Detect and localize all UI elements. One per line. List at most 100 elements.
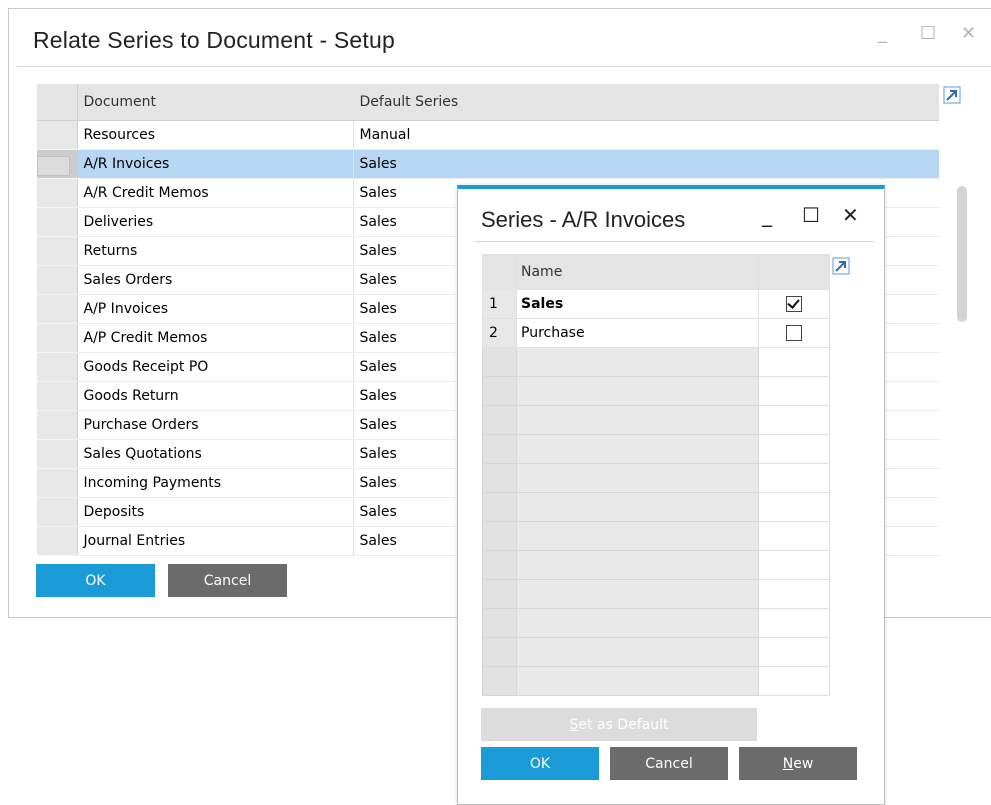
set-default-mnemonic: S bbox=[569, 716, 579, 733]
minimize-button[interactable]: _ bbox=[878, 23, 887, 44]
empty-row bbox=[482, 492, 830, 522]
column-header-document[interactable]: Document bbox=[77, 84, 354, 121]
series-name-cell: Purchase bbox=[516, 318, 759, 348]
document-cell: Deliveries bbox=[77, 207, 354, 237]
document-cell: A/P Invoices bbox=[77, 294, 354, 324]
document-cell: Sales Orders bbox=[77, 265, 354, 295]
row-header[interactable] bbox=[37, 352, 78, 382]
default-checkbox-cell[interactable] bbox=[758, 289, 830, 319]
row-header bbox=[482, 434, 517, 464]
close-button[interactable]: ✕ bbox=[961, 23, 976, 44]
empty-cell bbox=[758, 347, 830, 377]
table-row-selected[interactable]: A/R Invoices Sales bbox=[37, 149, 939, 179]
empty-cell bbox=[758, 550, 830, 580]
empty-cell bbox=[758, 666, 830, 696]
default-checkbox-cell[interactable] bbox=[758, 318, 830, 348]
popup-maximize-button[interactable]: ☐ bbox=[802, 203, 820, 227]
row-header[interactable] bbox=[37, 410, 78, 440]
document-cell: Sales Quotations bbox=[77, 439, 354, 469]
new-mnemonic: N bbox=[782, 755, 794, 772]
row-header bbox=[482, 492, 517, 522]
document-cell: Purchase Orders bbox=[77, 410, 354, 440]
empty-cell bbox=[758, 579, 830, 609]
row-number[interactable]: 2 bbox=[482, 318, 517, 348]
empty-cell bbox=[516, 637, 759, 667]
empty-cell bbox=[758, 463, 830, 493]
empty-cell bbox=[516, 666, 759, 696]
empty-cell bbox=[516, 579, 759, 609]
empty-cell bbox=[516, 550, 759, 580]
empty-row bbox=[482, 434, 830, 464]
empty-cell bbox=[758, 608, 830, 638]
vertical-scrollbar[interactable] bbox=[957, 186, 967, 322]
popup-title: Series - A/R Invoices bbox=[481, 207, 686, 232]
empty-cell bbox=[516, 521, 759, 551]
checkbox-checked-icon[interactable] bbox=[786, 296, 802, 312]
row-header[interactable] bbox=[37, 323, 78, 353]
row-header bbox=[482, 608, 517, 638]
row-header[interactable] bbox=[37, 468, 78, 498]
row-header[interactable] bbox=[37, 149, 78, 179]
row-header[interactable] bbox=[37, 439, 78, 469]
popup-close-button[interactable]: ✕ bbox=[842, 203, 859, 227]
empty-row bbox=[482, 521, 830, 551]
column-header-default-series[interactable]: Default Series bbox=[353, 84, 939, 121]
series-row[interactable]: 2 Purchase bbox=[482, 318, 830, 348]
series-name-cell: Sales bbox=[516, 289, 759, 319]
checkbox-unchecked-icon[interactable] bbox=[786, 325, 802, 341]
series-popup-window: Series - A/R Invoices _ ☐ ✕ Name 1 Sales… bbox=[457, 185, 885, 805]
row-header[interactable] bbox=[37, 178, 78, 208]
popup-minimize-button[interactable]: _ bbox=[762, 203, 772, 227]
table-row[interactable]: Resources Manual bbox=[37, 120, 939, 150]
series-row[interactable]: 1 Sales bbox=[482, 289, 830, 319]
row-header bbox=[482, 376, 517, 406]
document-cell: Journal Entries bbox=[77, 526, 354, 556]
row-header bbox=[482, 637, 517, 667]
column-header-default[interactable] bbox=[758, 254, 830, 290]
series-cell[interactable]: Manual bbox=[353, 120, 939, 150]
column-header-name[interactable]: Name bbox=[516, 254, 759, 290]
row-header bbox=[482, 463, 517, 493]
expand-arrow-icon[interactable] bbox=[832, 257, 850, 275]
row-header-corner bbox=[482, 254, 517, 290]
document-cell: A/R Invoices bbox=[77, 149, 354, 179]
window-title: Relate Series to Document - Setup bbox=[33, 27, 395, 53]
empty-cell bbox=[516, 376, 759, 406]
row-header bbox=[482, 405, 517, 435]
popup-new-button[interactable]: New bbox=[739, 747, 857, 780]
row-header[interactable] bbox=[37, 236, 78, 266]
row-header[interactable] bbox=[37, 497, 78, 527]
set-as-default-button[interactable]: Set as Default bbox=[481, 708, 757, 741]
empty-cell bbox=[758, 521, 830, 551]
empty-cell bbox=[516, 608, 759, 638]
row-header[interactable] bbox=[37, 381, 78, 411]
new-label: ew bbox=[793, 755, 814, 772]
document-cell: Goods Return bbox=[77, 381, 354, 411]
empty-row bbox=[482, 347, 830, 377]
ok-button[interactable]: OK bbox=[36, 564, 155, 597]
document-cell: Returns bbox=[77, 236, 354, 266]
series-table-header: Name bbox=[482, 254, 830, 290]
row-header[interactable] bbox=[37, 120, 78, 150]
cancel-button[interactable]: Cancel bbox=[168, 564, 287, 597]
expand-arrow-icon[interactable] bbox=[943, 86, 961, 104]
empty-cell bbox=[758, 376, 830, 406]
row-header[interactable] bbox=[37, 526, 78, 556]
maximize-button[interactable]: ☐ bbox=[920, 23, 936, 44]
document-cell: A/R Credit Memos bbox=[77, 178, 354, 208]
document-cell: Deposits bbox=[77, 497, 354, 527]
row-number[interactable]: 1 bbox=[482, 289, 517, 319]
popup-ok-button[interactable]: OK bbox=[481, 747, 599, 780]
row-header[interactable] bbox=[37, 294, 78, 324]
empty-row bbox=[482, 579, 830, 609]
series-table: Name 1 Sales 2 Purchase bbox=[482, 254, 830, 696]
document-cell: Goods Receipt PO bbox=[77, 352, 354, 382]
empty-cell bbox=[758, 637, 830, 667]
series-cell[interactable]: Sales bbox=[353, 149, 939, 179]
row-header[interactable] bbox=[37, 207, 78, 237]
row-header-corner bbox=[37, 84, 78, 121]
popup-title-separator bbox=[474, 241, 874, 242]
row-header bbox=[482, 579, 517, 609]
popup-cancel-button[interactable]: Cancel bbox=[610, 747, 728, 780]
row-header[interactable] bbox=[37, 265, 78, 295]
